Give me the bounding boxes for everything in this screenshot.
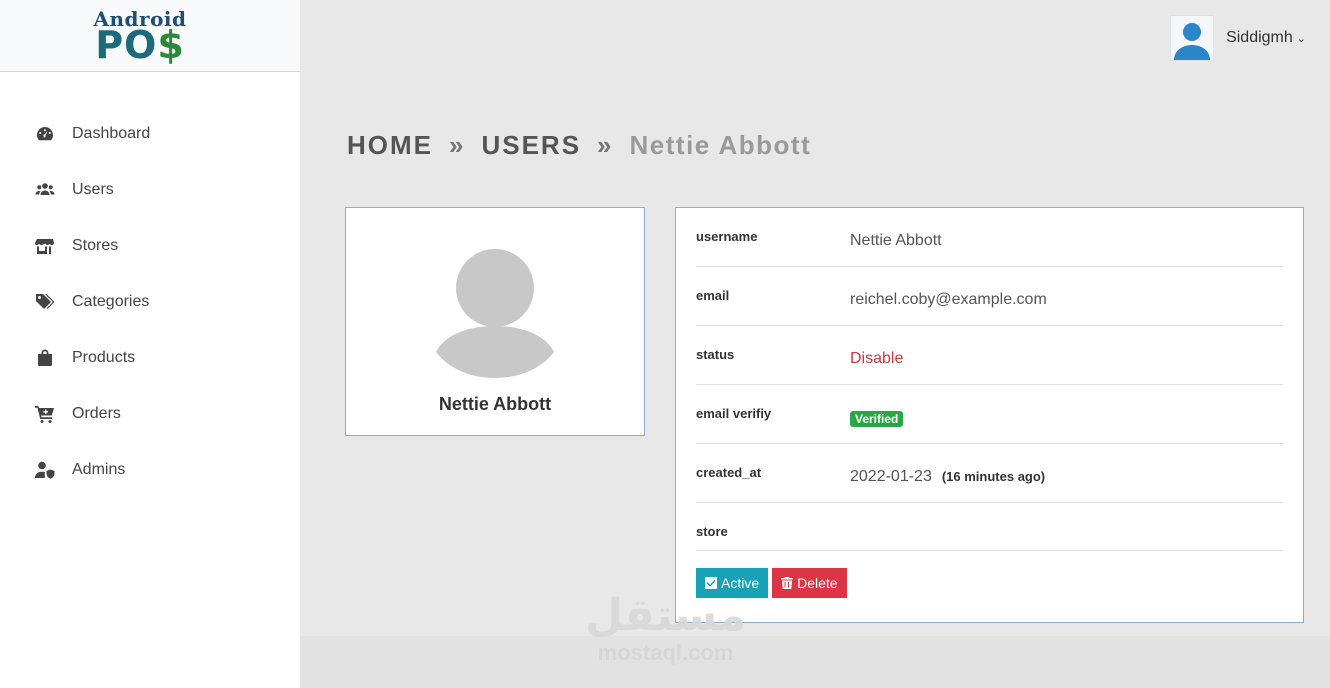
sidebar-item-users[interactable]: Users — [0, 162, 300, 218]
sidebar-item-stores[interactable]: Stores — [0, 218, 300, 274]
sidebar-item-label: Users — [72, 181, 114, 198]
dashboard-icon — [34, 123, 56, 145]
sidebar-item-label: Admins — [72, 461, 126, 478]
breadcrumb-current: Nettie Abbott — [629, 130, 812, 160]
user-avatar-icon — [1174, 23, 1211, 60]
chevron-down-icon: ⌄ — [1296, 31, 1306, 45]
profile-name: Nettie Abbott — [438, 394, 552, 414]
sidebar-item-products[interactable]: Products — [0, 330, 300, 386]
detail-label: email — [696, 288, 730, 303]
detail-row-email-verify: email verifiy Verified — [696, 385, 1283, 444]
sidebar-item-label: Products — [72, 349, 136, 366]
detail-row-created-at: created_at 2022-01-23 (16 minutes ago) — [696, 444, 1283, 503]
detail-row-username: username Nettie Abbott — [696, 208, 1283, 267]
sidebar-item-label: Categories — [72, 293, 150, 310]
status-value: Disable — [850, 350, 904, 367]
users-icon — [34, 179, 56, 201]
cart-icon — [34, 403, 56, 425]
app-logo[interactable]: Android PO$ — [0, 0, 300, 72]
user-menu[interactable]: Siddigmh ⌄ — [1170, 14, 1306, 62]
breadcrumb-separator-icon: » — [597, 130, 614, 160]
avatar — [1170, 15, 1215, 61]
watermark-arabic: مستقل — [585, 590, 746, 641]
action-buttons: Active Delete — [696, 568, 1283, 598]
logo-text-bottom: PO$ — [95, 22, 185, 67]
breadcrumb-users[interactable]: USERS — [481, 130, 581, 161]
detail-label: store — [696, 524, 728, 539]
sidebar-nav: Dashboard Users Stores Categories Produc… — [0, 106, 300, 498]
detail-value: reichel.coby@example.com — [850, 291, 1047, 308]
detail-row-status: status Disable — [696, 326, 1283, 385]
sidebar-item-orders[interactable]: Orders — [0, 386, 300, 442]
user-shield-icon — [34, 459, 56, 481]
check-square-icon — [705, 577, 717, 589]
detail-label: created_at — [696, 465, 762, 480]
watermark-latin: mostaql.com — [597, 640, 734, 665]
breadcrumb-separator-icon: » — [449, 130, 466, 160]
shopping-bag-icon — [34, 347, 56, 369]
sidebar: Android PO$ Dashboard Users Stores Categ… — [0, 0, 300, 688]
delete-button[interactable]: Delete — [772, 568, 847, 598]
created-ago: (16 minutes ago) — [941, 469, 1046, 484]
sidebar-item-label: Stores — [72, 237, 119, 254]
sidebar-item-label: Orders — [72, 405, 121, 422]
created-date: 2022-01-23 — [850, 468, 932, 485]
sidebar-item-admins[interactable]: Admins — [0, 442, 300, 498]
detail-value: Nettie Abbott — [850, 232, 942, 249]
detail-label: username — [696, 229, 758, 244]
detail-label: status — [696, 347, 735, 362]
tags-icon — [34, 291, 56, 313]
breadcrumb: HOME » USERS » Nettie Abbott — [347, 130, 811, 161]
breadcrumb-home[interactable]: HOME — [347, 130, 433, 161]
store-icon — [34, 235, 56, 257]
user-placeholder-icon — [436, 249, 554, 378]
detail-label: email verifiy — [696, 406, 772, 421]
footer-band — [300, 636, 1330, 688]
watermark: مستقل mostaql.com — [583, 592, 748, 674]
user-name: Siddigmh — [1226, 29, 1293, 46]
detail-row-store: store — [696, 503, 1283, 551]
status-badge: Verified — [850, 411, 904, 427]
sidebar-item-dashboard[interactable]: Dashboard — [0, 106, 300, 162]
user-details-card: username Nettie Abbott email reichel.cob… — [675, 207, 1304, 623]
sidebar-item-categories[interactable]: Categories — [0, 274, 300, 330]
profile-card: Nettie Abbott — [345, 207, 645, 436]
sidebar-item-label: Dashboard — [72, 125, 151, 142]
trash-icon — [781, 577, 794, 589]
detail-row-email: email reichel.coby@example.com — [696, 267, 1283, 326]
